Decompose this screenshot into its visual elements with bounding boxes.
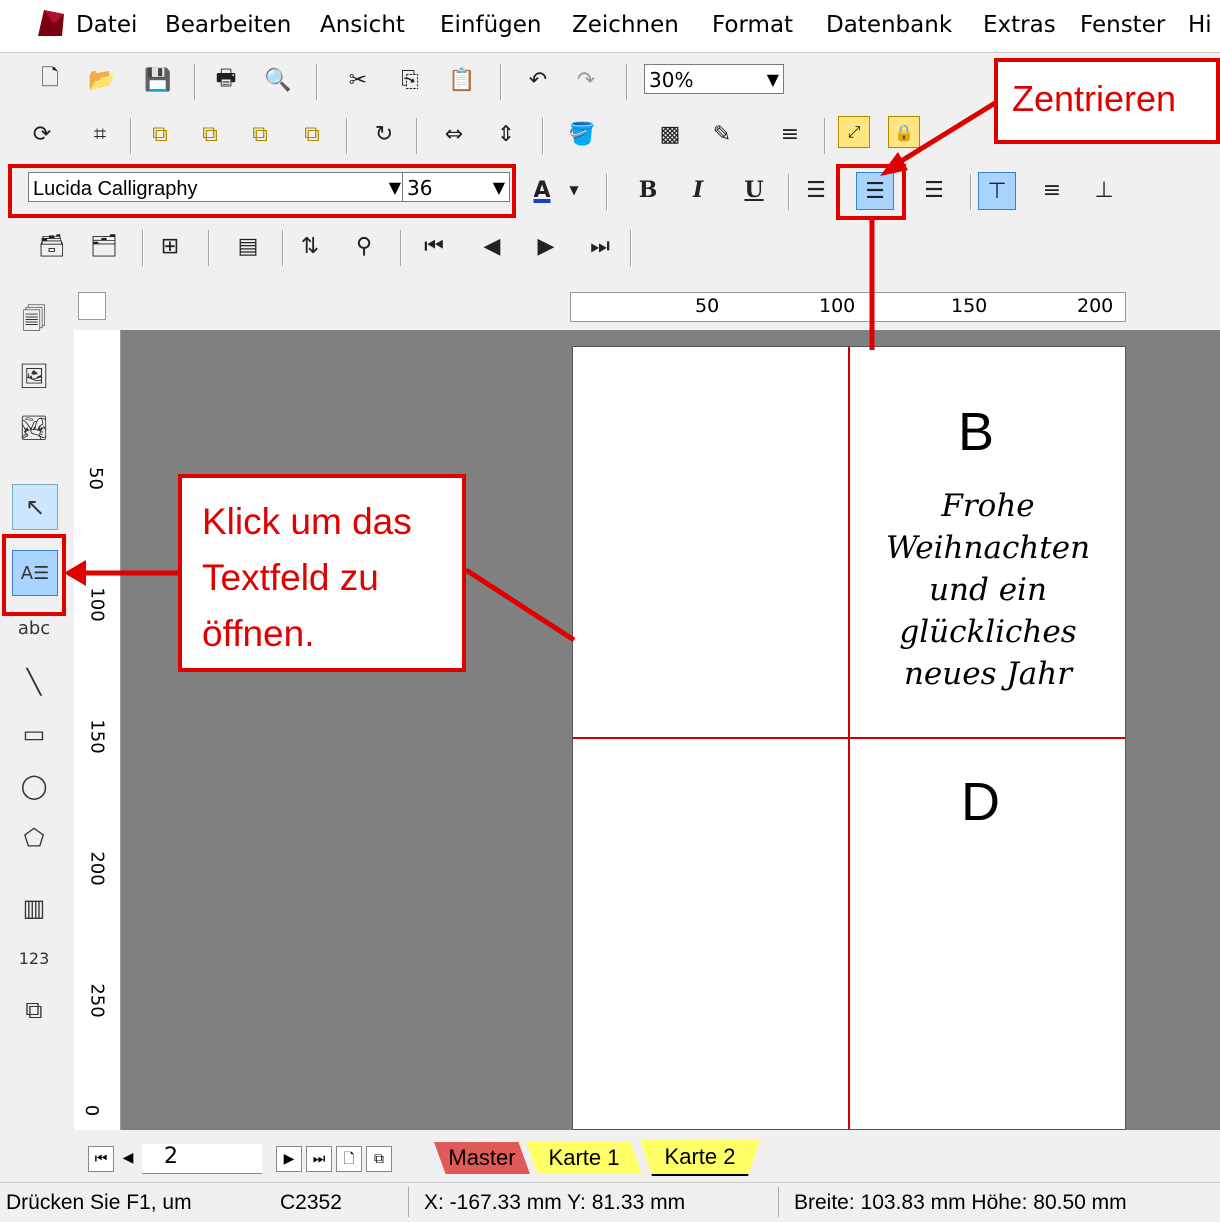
new-page-icon[interactable]: 🗋 <box>336 1146 362 1172</box>
tab-master[interactable]: Master <box>434 1142 530 1174</box>
duplicate-page-icon[interactable]: ⧉ <box>366 1146 392 1172</box>
page-number-field[interactable]: 2 <box>142 1144 262 1174</box>
tab-karte-1[interactable]: Karte 1 <box>526 1142 642 1174</box>
next-page-icon[interactable]: ▶ <box>276 1146 302 1172</box>
tab-karte-2[interactable]: Karte 2 <box>640 1140 760 1176</box>
status-code: C2352 <box>280 1191 342 1214</box>
status-help: Drücken Sie F1, um <box>6 1191 192 1214</box>
textfield-callout: Klick um das Textfeld zu öffnen. <box>178 474 466 672</box>
callout-line: Klick um das <box>202 501 412 542</box>
callout-line: öffnen. <box>202 613 315 654</box>
center-callout-text: Zentrieren <box>1012 78 1177 119</box>
first-page-icon[interactable]: ⏮ <box>88 1146 114 1172</box>
callout-line: Textfeld zu <box>202 557 379 598</box>
page-number-value: 2 <box>164 1144 178 1169</box>
last-page-icon[interactable]: ⏭ <box>306 1146 332 1172</box>
status-size: Breite: 103.83 mm Höhe: 80.50 mm <box>794 1191 1127 1214</box>
status-bar: Drücken Sie F1, um C2352 X: -167.33 mm Y… <box>0 1182 1220 1222</box>
status-coords: X: -167.33 mm Y: 81.33 mm <box>424 1191 686 1214</box>
center-callout: Zentrieren <box>994 58 1220 144</box>
page-tabs-bar: ⏮ ◀ 2 ▶ ⏭ 🗋 ⧉ Master Karte 1 Karte 2 <box>70 1140 1220 1178</box>
previous-page-icon[interactable]: ◀ <box>116 1146 140 1170</box>
